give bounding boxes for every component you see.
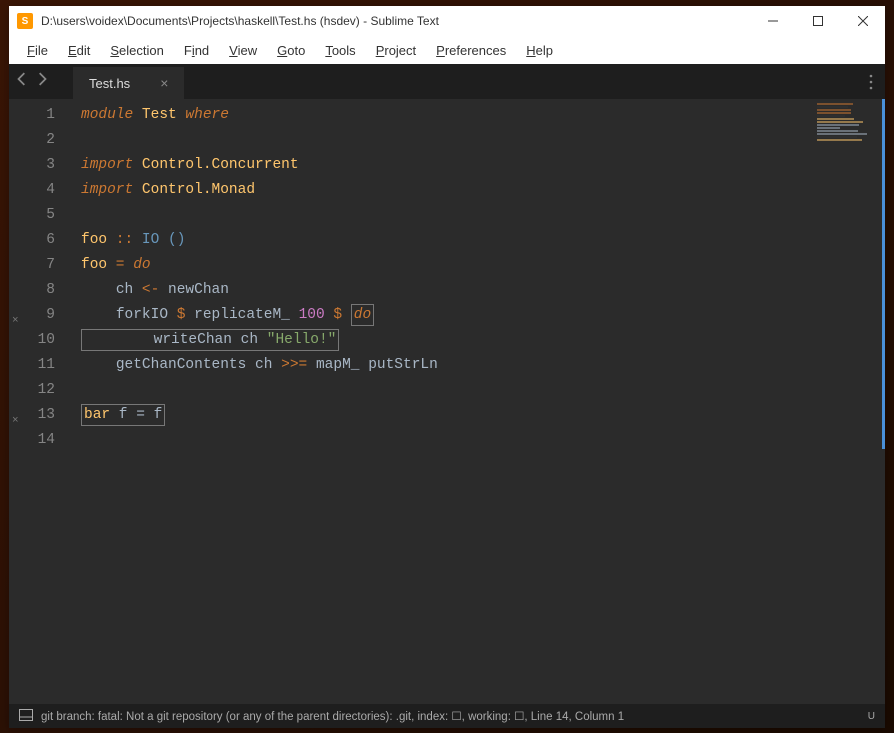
menu-find[interactable]: Find: [174, 39, 219, 62]
line-number: 4: [25, 178, 55, 203]
statusbar: git branch: fatal: Not a git repository …: [9, 704, 885, 728]
code-line[interactable]: forkIO $ replicateM_ 100 $ do: [81, 303, 885, 328]
code-line[interactable]: foo :: IO (): [81, 228, 885, 253]
menu-file[interactable]: File: [17, 39, 58, 62]
gutter-mark: ×: [12, 309, 19, 334]
code-line[interactable]: ch <- newChan: [81, 278, 885, 303]
status-text: git branch: fatal: Not a git repository …: [41, 709, 860, 723]
minimize-button[interactable]: [750, 6, 795, 36]
gutter-marks: ××: [9, 99, 25, 704]
code-content[interactable]: module Test where import Control.Concurre…: [65, 99, 885, 704]
line-number: 8: [25, 278, 55, 303]
close-button[interactable]: [840, 6, 885, 36]
scroll-indicator[interactable]: [882, 99, 885, 449]
menu-help[interactable]: Help: [516, 39, 563, 62]
tab-overflow-icon[interactable]: [857, 64, 885, 99]
status-right: U: [868, 711, 875, 722]
tab-nav: [9, 64, 55, 99]
line-number: 3: [25, 153, 55, 178]
maximize-button[interactable]: [795, 6, 840, 36]
code-line[interactable]: foo = do: [81, 253, 885, 278]
code-line[interactable]: [81, 428, 885, 453]
menu-project[interactable]: Project: [366, 39, 426, 62]
menu-tools[interactable]: Tools: [315, 39, 365, 62]
line-number: 14: [25, 428, 55, 453]
code-editor[interactable]: ×× 1234567891011121314 module Test where…: [9, 99, 885, 704]
minimap[interactable]: [817, 103, 877, 133]
menu-edit[interactable]: Edit: [58, 39, 100, 62]
code-line[interactable]: [81, 378, 885, 403]
app-icon: S: [17, 13, 33, 29]
line-number: 10: [25, 328, 55, 353]
line-number: 12: [25, 378, 55, 403]
line-number: 2: [25, 128, 55, 153]
code-line[interactable]: writeChan ch "Hello!": [81, 328, 885, 353]
tab-label: Test.hs: [89, 76, 130, 91]
line-number: 13: [25, 403, 55, 428]
menu-view[interactable]: View: [219, 39, 267, 62]
line-number: 1: [25, 103, 55, 128]
line-number: 9: [25, 303, 55, 328]
line-numbers: 1234567891011121314: [25, 99, 65, 704]
code-line[interactable]: [81, 128, 885, 153]
code-line[interactable]: import Control.Monad: [81, 178, 885, 203]
tab-close-icon[interactable]: ×: [160, 75, 168, 91]
tab-bar: Test.hs ×: [9, 64, 885, 99]
line-number: 7: [25, 253, 55, 278]
main-window: S D:\users\voidex\Documents\Projects\has…: [9, 6, 885, 728]
line-number: 5: [25, 203, 55, 228]
window-controls: [750, 6, 885, 36]
code-line[interactable]: getChanContents ch >>= mapM_ putStrLn: [81, 353, 885, 378]
gutter-mark: ×: [12, 409, 19, 434]
code-line[interactable]: module Test where: [81, 103, 885, 128]
line-number: 6: [25, 228, 55, 253]
line-number: 11: [25, 353, 55, 378]
editor-area: Test.hs × ×× 1234567891011121314 module …: [9, 64, 885, 728]
nav-forward-icon[interactable]: [37, 72, 47, 91]
menu-selection[interactable]: Selection: [100, 39, 173, 62]
titlebar[interactable]: S D:\users\voidex\Documents\Projects\has…: [9, 6, 885, 36]
menu-preferences[interactable]: Preferences: [426, 39, 516, 62]
code-line[interactable]: [81, 203, 885, 228]
menubar: FileEditSelectionFindViewGotoToolsProjec…: [9, 36, 885, 64]
code-line[interactable]: import Control.Concurrent: [81, 153, 885, 178]
code-line[interactable]: bar f = f: [81, 403, 885, 428]
window-title: D:\users\voidex\Documents\Projects\haske…: [41, 14, 750, 28]
menu-goto[interactable]: Goto: [267, 39, 315, 62]
tab-test-hs[interactable]: Test.hs ×: [73, 67, 184, 99]
panel-icon[interactable]: [19, 709, 33, 724]
nav-back-icon[interactable]: [17, 72, 27, 91]
